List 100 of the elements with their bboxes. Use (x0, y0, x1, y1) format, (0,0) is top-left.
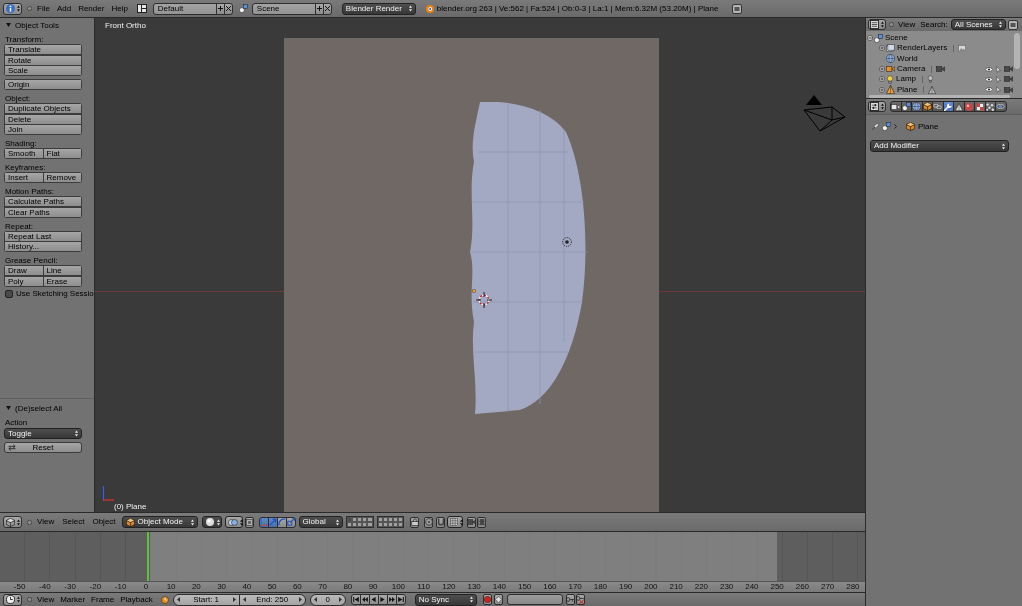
layer-toggle[interactable] (367, 517, 373, 522)
tool-button[interactable]: History... (4, 241, 82, 252)
layer-toggle[interactable] (362, 517, 368, 522)
filter-dropdown[interactable]: All Scenes (950, 19, 1006, 30)
tool-button[interactable]: Origin (4, 79, 82, 90)
scene-field[interactable]: Scene (251, 2, 316, 15)
world-tab[interactable] (911, 101, 923, 112)
layer-toggle[interactable] (398, 522, 404, 527)
add-button[interactable] (215, 2, 225, 15)
plus-icon[interactable] (879, 76, 885, 83)
layer-toggle[interactable] (387, 522, 394, 527)
keying-button[interactable] (493, 594, 503, 605)
start-frame-field[interactable]: Start: 1 (172, 593, 240, 606)
layer-toggle[interactable] (393, 517, 399, 522)
animation-button[interactable] (477, 516, 487, 528)
layer-toggle[interactable] (351, 517, 357, 522)
scrollbar[interactable] (1014, 33, 1020, 69)
add-modifier-dropdown[interactable]: Add Modifier (870, 140, 1009, 152)
layer-toggle[interactable] (367, 522, 373, 527)
menu-item[interactable]: Object (92, 517, 116, 527)
layer-toggle[interactable] (398, 517, 404, 522)
menu-item[interactable]: Select (62, 517, 85, 527)
scene-icon[interactable] (238, 4, 248, 13)
reset-button[interactable]: Reset (4, 442, 82, 453)
outliner-item[interactable]: Plane (897, 84, 918, 95)
outliner-item[interactable]: Scene (885, 33, 908, 44)
dot-icon[interactable] (27, 597, 32, 602)
record-button[interactable] (482, 594, 492, 605)
proportional-button[interactable] (424, 516, 434, 528)
camera-icon[interactable] (1004, 66, 1013, 73)
checkbox-label[interactable]: Use Sketching Sessio (16, 289, 94, 298)
tool-button[interactable]: Flat (42, 148, 82, 159)
editor-type-button[interactable] (868, 101, 886, 112)
physics-tab[interactable] (995, 101, 1007, 112)
insert-key-button[interactable] (565, 594, 575, 605)
remove-button[interactable] (223, 2, 233, 15)
tool-button[interactable]: Smooth (4, 148, 44, 159)
pointer-icon[interactable] (996, 65, 1001, 73)
tool-button[interactable]: Poly (4, 275, 44, 287)
rotate-toggle[interactable] (276, 516, 287, 528)
outliner-item[interactable]: World (897, 53, 918, 64)
tool-button[interactable]: Scale (4, 65, 82, 76)
delete-key-button[interactable] (575, 594, 585, 605)
menu-item[interactable]: Marker (60, 594, 86, 605)
menu-item[interactable]: Render (78, 3, 105, 14)
render-button[interactable] (467, 516, 477, 528)
tool-button[interactable]: Insert (4, 172, 44, 183)
render-tab[interactable] (890, 101, 902, 112)
menu-item[interactable]: File (37, 3, 50, 14)
eye-icon[interactable] (985, 76, 993, 82)
sync-dropdown[interactable]: No Sync (414, 593, 477, 606)
outliner-item[interactable]: Lamp (896, 74, 916, 85)
jump-end-button[interactable] (395, 594, 406, 605)
menu-item[interactable]: View (37, 594, 55, 605)
tool-button[interactable]: Translate (4, 44, 82, 55)
origins-toggle[interactable] (244, 516, 254, 528)
editor-type-button[interactable] (3, 516, 22, 528)
outliner-item[interactable]: RenderLayers (897, 43, 948, 54)
menu-item[interactable]: Add (56, 3, 72, 14)
texture-tab[interactable] (974, 101, 986, 112)
menu-item[interactable]: Frame (91, 594, 115, 605)
play-reverse-button[interactable] (368, 594, 379, 605)
dot-icon[interactable] (27, 519, 32, 525)
tool-button[interactable]: Erase (42, 275, 82, 287)
layer-toggle[interactable] (356, 517, 363, 522)
mode-dropdown[interactable]: Object Mode (121, 516, 198, 528)
layer-toggle[interactable] (346, 522, 352, 527)
tool-button[interactable]: Join (4, 124, 82, 135)
tool-button[interactable]: Rotate (4, 54, 82, 66)
dot-icon[interactable] (27, 6, 32, 11)
snap-element-dropdown[interactable] (447, 516, 464, 528)
plus-icon[interactable] (879, 45, 885, 52)
eye-icon[interactable] (985, 87, 993, 93)
screen-layout-field[interactable]: Default (152, 2, 217, 15)
layer-toggle[interactable] (356, 522, 363, 527)
menu-item[interactable]: View (37, 517, 55, 527)
end-frame-field[interactable]: End: 250 (238, 593, 306, 606)
layer-toggle[interactable] (377, 522, 383, 527)
remove-button[interactable] (322, 2, 332, 15)
tool-button[interactable]: Line (42, 265, 82, 276)
dot-icon[interactable] (889, 22, 894, 27)
minus-icon[interactable] (867, 35, 873, 42)
menu-item[interactable]: Help (111, 3, 128, 14)
pivot-dropdown[interactable] (224, 516, 243, 528)
editor-type-button[interactable] (3, 593, 22, 606)
camera-icon[interactable] (1004, 86, 1013, 93)
translate-toggle[interactable] (267, 516, 278, 528)
window-icon[interactable] (732, 3, 743, 14)
layout-icon[interactable] (136, 4, 147, 13)
scale-toggle[interactable] (285, 516, 296, 528)
layer-toggle[interactable] (377, 517, 383, 522)
disclosure-triangle-icon[interactable] (6, 406, 11, 410)
keying-set-field[interactable] (506, 594, 563, 605)
layer-toggle[interactable] (387, 517, 394, 522)
current-frame-field[interactable]: 0 (309, 593, 346, 606)
stopwatch-icon[interactable] (160, 595, 169, 604)
plus-icon[interactable] (879, 66, 885, 73)
layer-toggle[interactable] (382, 517, 388, 522)
pin-icon[interactable] (872, 122, 879, 130)
layer-toggle[interactable] (393, 522, 399, 527)
